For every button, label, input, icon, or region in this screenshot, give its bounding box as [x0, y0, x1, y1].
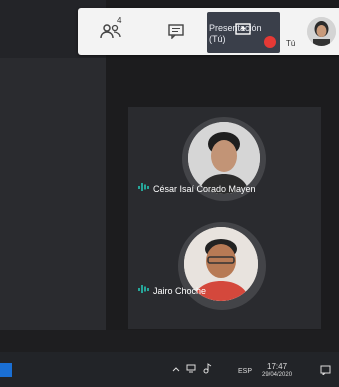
chat-icon: [168, 23, 184, 39]
clock-time: 17:47: [267, 362, 288, 371]
participants-button[interactable]: 4: [96, 16, 126, 44]
language-indicator[interactable]: ESP: [238, 368, 252, 375]
meeting-toolbar: 4 Presentación (Tú) Tú: [78, 8, 339, 55]
network-icon[interactable]: [186, 364, 196, 373]
participant-name: Jairo Choche: [153, 286, 207, 296]
participants-count: 4: [117, 16, 122, 25]
notification-icon[interactable]: [320, 365, 331, 375]
system-tray: [172, 363, 213, 374]
self-label: Tú: [286, 39, 296, 48]
audio-level-icon: [138, 183, 149, 191]
windows-start-icon[interactable]: [0, 363, 12, 377]
participant-tiles: César Isaí Corado Mayen Jairo Choche: [128, 107, 321, 329]
participant-tile[interactable]: Jairo Choche: [128, 218, 321, 318]
clock-date: 29/04/2020: [262, 372, 293, 378]
windows-taskbar: ESP 17:47 29/04/2020: [0, 352, 339, 387]
chat-button[interactable]: [161, 18, 191, 44]
mic-muted-icon: [264, 36, 276, 48]
participants-icon: [100, 24, 121, 39]
presentation-tile[interactable]: Presentación (Tú): [207, 12, 280, 53]
taskbar-clock[interactable]: 17:47 29/04/2020: [262, 362, 292, 380]
self-avatar[interactable]: [307, 17, 336, 46]
chevron-up-icon[interactable]: [172, 366, 180, 372]
present-screen-icon: [235, 23, 251, 35]
audio-level-icon: [138, 285, 149, 293]
participant-name: César Isaí Corado Mayen: [153, 184, 256, 194]
volume-icon[interactable]: [202, 363, 213, 374]
meeting-footer: [0, 330, 339, 352]
participant-tile[interactable]: César Isaí Corado Mayen: [128, 113, 321, 213]
